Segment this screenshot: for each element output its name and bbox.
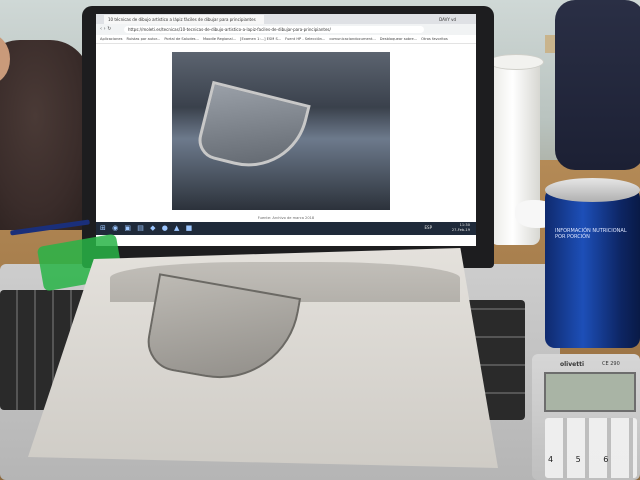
bookmark-item[interactable]: [Examen 1:...] ESM S... — [240, 35, 281, 43]
soda-can: INFORMACIÓN NUTRICIONAL POR PORCIÓN — [545, 178, 640, 348]
student-face — [0, 34, 10, 84]
nav-buttons[interactable]: ‹ › ↻ — [100, 26, 111, 33]
taskbar-language[interactable]: ESP — [425, 225, 432, 230]
bookmark-item[interactable]: Fuent HP - Selección... — [285, 35, 325, 43]
can-label-text: INFORMACIÓN NUTRICIONAL POR PORCIÓN — [555, 228, 627, 240]
student-left — [0, 34, 90, 230]
bookmark-item[interactable]: comunicaciondocument... — [329, 35, 375, 43]
photo-scene: 10 técnicas de dibujo artístico a lápiz … — [0, 0, 640, 480]
bookmark-item[interactable]: Moodle Regional... — [203, 35, 236, 43]
taskbar-app-icons[interactable]: ⊞ ◉ ▣ ▤ ◆ ● ▲ ■ — [100, 224, 194, 232]
calculator-keys — [545, 418, 637, 478]
browser-tab[interactable]: 10 técnicas de dibujo artístico a lápiz … — [104, 15, 264, 24]
calculator-brand: olivetti — [560, 361, 585, 368]
bookmarks-bar: Aplicaciones Ruistas por autor... Portal… — [96, 35, 476, 44]
browser-user[interactable]: DAVY vd — [439, 15, 456, 24]
calculator-key-labels: 4 5 6 — [548, 455, 619, 464]
photo-boat-shape — [194, 80, 311, 180]
bookmark-item[interactable]: Ruistas por autor... — [126, 35, 160, 43]
bookmark-item[interactable]: Otros favoritos — [421, 35, 448, 43]
address-bar[interactable]: https://moleti.es/tecnicas/10-tecnicas-d… — [124, 26, 424, 33]
bookmark-item[interactable]: Aplicaciones — [100, 35, 122, 43]
forward-arrow-icon[interactable]: › — [104, 26, 106, 32]
reload-icon[interactable]: ↻ — [107, 26, 111, 32]
photo-caption: Fuente: Archivo de marca 2018 — [257, 216, 315, 220]
boat-photo — [172, 52, 390, 210]
student-right — [555, 0, 640, 170]
windows-taskbar: ⊞ ◉ ▣ ▤ ◆ ● ▲ ■ ESP 11:30 27-Feb-19 — [96, 222, 476, 235]
bookmark-item[interactable]: Portal de Saludes... — [164, 35, 199, 43]
taskbar-clock[interactable]: 11:30 27-Feb-19 — [452, 223, 470, 233]
calculator-model: CE 290 — [602, 361, 620, 367]
bookmark-item[interactable]: Desbloquear sobre... — [380, 35, 417, 43]
can-top — [545, 178, 640, 202]
laptop-screen: 10 técnicas de dibujo artístico a lápiz … — [96, 14, 476, 246]
clock-date: 27-Feb-19 — [451, 228, 470, 232]
calculator-display — [544, 372, 636, 412]
back-arrow-icon[interactable]: ‹ — [100, 26, 102, 32]
